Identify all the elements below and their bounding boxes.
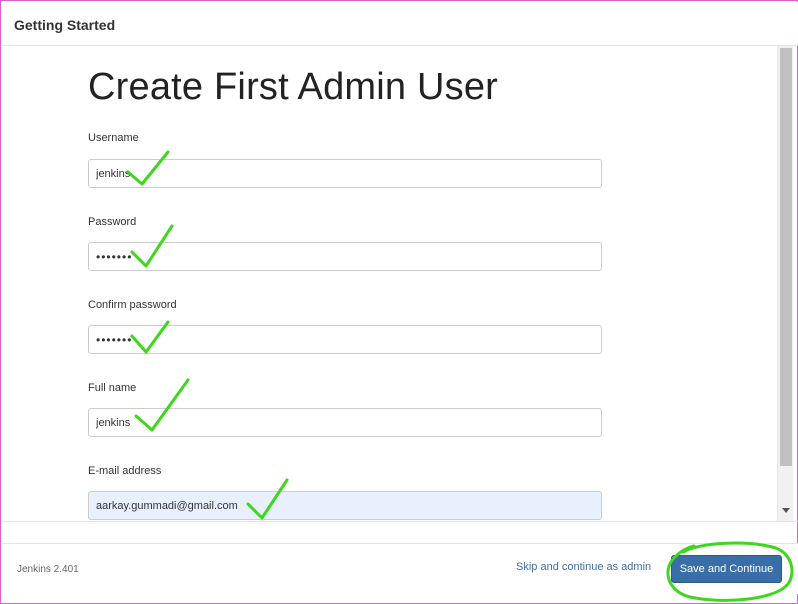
save-and-continue-button[interactable]: Save and Continue [671,555,782,583]
footer-divider [2,521,798,522]
scroll-down-arrow-icon[interactable] [782,508,790,513]
page-title: Create First Admin User [88,66,499,108]
username-input[interactable] [88,159,602,188]
confirm-password-input[interactable] [88,325,602,354]
dialog-title: Getting Started [14,17,116,33]
password-input[interactable] [88,242,602,271]
username-label: Username [88,132,139,144]
form-content: Create First Admin User Username Passwor… [2,46,777,521]
full-name-label: Full name [88,382,137,394]
scrollbar-thumb[interactable] [780,48,792,466]
full-name-input[interactable] [88,408,602,437]
confirm-password-label: Confirm password [88,299,177,311]
dialog-footer: Jenkins 2.401 Skip and continue as admin… [2,543,798,594]
password-label: Password [88,216,137,228]
email-label: E-mail address [88,465,162,477]
vertical-scrollbar[interactable] [777,46,793,521]
skip-and-continue-link[interactable]: Skip and continue as admin [516,561,651,573]
email-input[interactable] [88,491,602,520]
setup-dialog: Getting Started Create First Admin User … [0,0,798,604]
version-label: Jenkins 2.401 [17,564,79,575]
dialog-header: Getting Started [2,2,798,46]
